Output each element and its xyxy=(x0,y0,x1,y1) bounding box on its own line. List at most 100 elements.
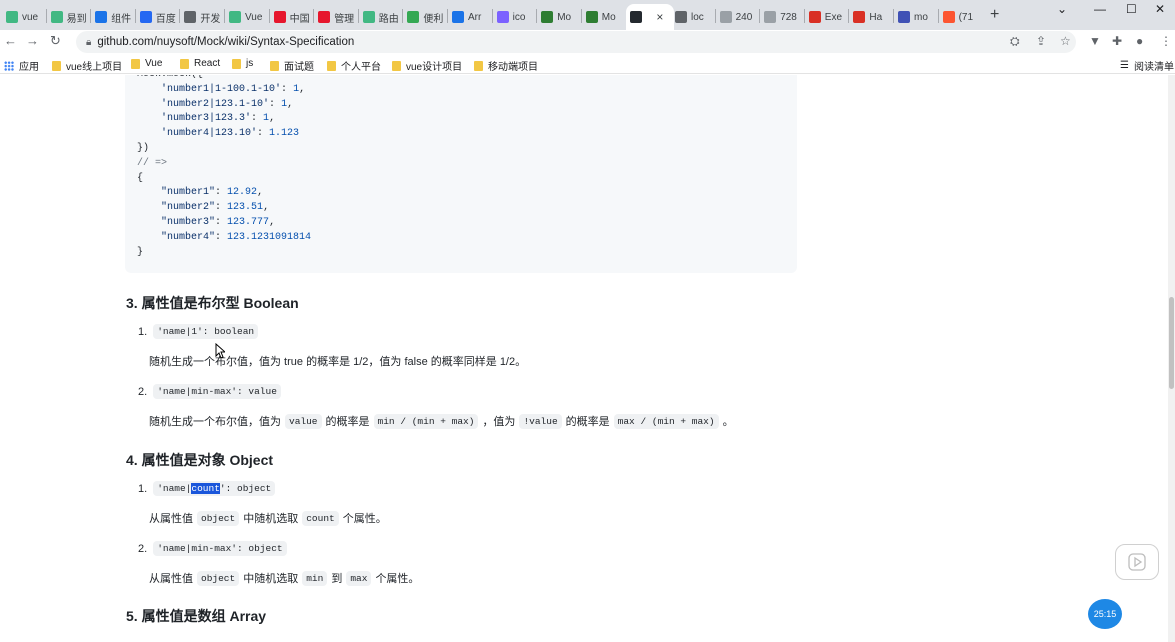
browser-tab[interactable]: 开发 xyxy=(180,4,223,30)
browser-tab[interactable]: Mo xyxy=(537,4,580,30)
x-icon xyxy=(764,11,777,23)
inline-code: 'name|min-max': value xyxy=(153,384,281,399)
maximize-button[interactable]: ☐ xyxy=(1126,2,1137,16)
tab-separator xyxy=(759,9,761,23)
bookmark-label: 移动端项目 xyxy=(488,62,538,73)
tab-separator xyxy=(134,9,136,23)
inline-code: count xyxy=(302,510,339,526)
new-tab-button[interactable]: + xyxy=(990,6,999,24)
tab-label: Vue xyxy=(245,11,263,23)
desc-text: 个属性。 xyxy=(375,573,420,585)
browser-tab[interactable]: 组件 xyxy=(91,4,134,30)
vue-icon xyxy=(50,11,63,23)
github-icon xyxy=(630,11,643,23)
page-scrollbar[interactable] xyxy=(1168,75,1175,642)
profile-avatar-icon[interactable]: ● xyxy=(1136,34,1143,48)
tab-label: 728 xyxy=(780,11,797,23)
baidu-icon xyxy=(139,11,152,23)
bookmark-star-icon[interactable]: ☆ xyxy=(1060,34,1071,48)
bookmark-item[interactable]: React xyxy=(180,58,220,69)
tab-separator xyxy=(90,9,92,23)
browser-tab[interactable]: Vue xyxy=(225,4,268,30)
lock-icon: 🔒︎ xyxy=(86,37,92,48)
code-line: 'number1|1-100.1-10': 1, xyxy=(161,83,306,95)
browser-tab[interactable]: Arr xyxy=(448,4,491,30)
forward-arrow-icon[interactable]: → xyxy=(26,33,39,48)
folder-icon xyxy=(392,60,401,71)
browser-tab[interactable]: 易到 xyxy=(47,4,90,30)
address-bar[interactable]: 🔒︎ github.com/nuysoft/Mock/wiki/Syntax-Sp… xyxy=(76,31,1076,53)
browser-tab[interactable]: 百度 xyxy=(136,4,179,30)
back-arrow-icon[interactable]: ← xyxy=(4,33,17,48)
bookmark-item[interactable]: 移动端项目 xyxy=(474,58,538,73)
list-item: 2. 'name|min-max': value xyxy=(138,384,281,399)
browser-tab[interactable]: 中国 xyxy=(270,4,313,30)
browser-tab[interactable]: 路由 xyxy=(359,4,402,30)
edge-icon xyxy=(95,11,108,23)
tab-separator xyxy=(268,9,270,23)
inline-code: !value xyxy=(519,413,562,429)
bookmark-item[interactable]: vue线上项目 xyxy=(52,58,122,73)
extensions-icon[interactable]: ✚ xyxy=(1112,34,1122,48)
browser-tab[interactable]: Mo xyxy=(582,4,625,30)
browser-tab[interactable]: mo xyxy=(894,4,937,30)
bookmark-label: js xyxy=(246,58,254,69)
tab-separator xyxy=(893,9,894,23)
tab-label: Ha xyxy=(869,11,883,23)
inline-code: object xyxy=(197,510,240,526)
browser-tab[interactable]: 管理 xyxy=(314,4,357,30)
share-icon[interactable]: ⇪ xyxy=(1036,34,1046,48)
leaf-icon xyxy=(407,11,420,23)
code-text: ': object xyxy=(219,483,272,494)
vue-icon xyxy=(6,11,18,23)
browser-tab[interactable]: 240 xyxy=(716,4,759,30)
reading-list-icon: ☰ xyxy=(1120,60,1129,71)
bookmark-item[interactable]: 面试题 xyxy=(270,58,314,73)
browser-tab[interactable]: Ha xyxy=(849,4,892,30)
browser-tab[interactable]: Exe xyxy=(805,4,848,30)
tab-separator xyxy=(803,9,805,23)
browser-tab[interactable]: ico xyxy=(493,4,536,30)
bookmark-item[interactable]: js xyxy=(232,58,253,69)
minimize-button[interactable]: — xyxy=(1094,2,1106,16)
code-text: 'name| xyxy=(157,483,192,494)
tab-search-icon[interactable]: ⌄ xyxy=(1057,2,1067,16)
tab-label: 百度 xyxy=(155,13,176,25)
tab-label: 中国 xyxy=(289,13,310,25)
reading-list-button[interactable]: ☰ 阅读清单 xyxy=(1120,58,1174,73)
bookmark-item[interactable]: 个人平台 xyxy=(327,58,381,73)
tab-separator xyxy=(402,9,404,23)
reload-icon[interactable]: ↻ xyxy=(50,33,61,49)
desc-text: 中随机选取 xyxy=(243,513,299,525)
tab-close-icon[interactable]: × xyxy=(656,10,663,24)
folder-icon xyxy=(180,58,189,69)
desc-text: 中随机选取 xyxy=(243,573,299,585)
iconfont-icon xyxy=(496,11,509,23)
menu-kebab-icon[interactable]: ⋮ xyxy=(1160,34,1172,48)
bookmark-label: Vue xyxy=(145,58,163,69)
browser-tab[interactable]: vue xyxy=(2,4,45,30)
list-description: 从属性值 object 中随机选取 count 个属性。 xyxy=(149,510,387,526)
browser-tab[interactable]: 728 xyxy=(760,4,803,30)
vue-devtools-icon[interactable]: ▼ xyxy=(1089,34,1101,48)
scrollbar-thumb[interactable] xyxy=(1169,297,1174,389)
translate-icon[interactable]: ⛭ xyxy=(1010,34,1020,49)
desc-text: 到 xyxy=(331,573,343,585)
desc-text: 的概率是 xyxy=(325,416,370,428)
browser-tab[interactable]: (71 xyxy=(939,4,982,30)
browser-tab[interactable]: × xyxy=(626,4,675,30)
code-line: "number4": 123.1231091814 xyxy=(161,231,312,243)
browser-tab[interactable]: loc xyxy=(671,4,714,30)
bookmark-label: vue线上项目 xyxy=(66,62,123,73)
bookmark-item[interactable]: 应用 xyxy=(4,58,39,73)
tab-strip: + ⌄ — ☐ ✕ vue 易到 组件 百度 开发 Vue 中国 管理 路由 便利 Arr ico Mo… xyxy=(0,0,1175,30)
tab-label: 路由 xyxy=(378,13,399,25)
tab-label: Arr xyxy=(468,11,482,23)
video-play-button[interactable] xyxy=(1115,544,1159,580)
browser-tab[interactable]: 便利 xyxy=(403,4,446,30)
weibo-icon xyxy=(273,11,286,23)
bookmark-item[interactable]: Vue xyxy=(131,58,162,69)
bookmark-item[interactable]: vue设计项目 xyxy=(392,58,462,73)
close-window-button[interactable]: ✕ xyxy=(1155,2,1165,16)
tab-separator xyxy=(179,9,181,23)
